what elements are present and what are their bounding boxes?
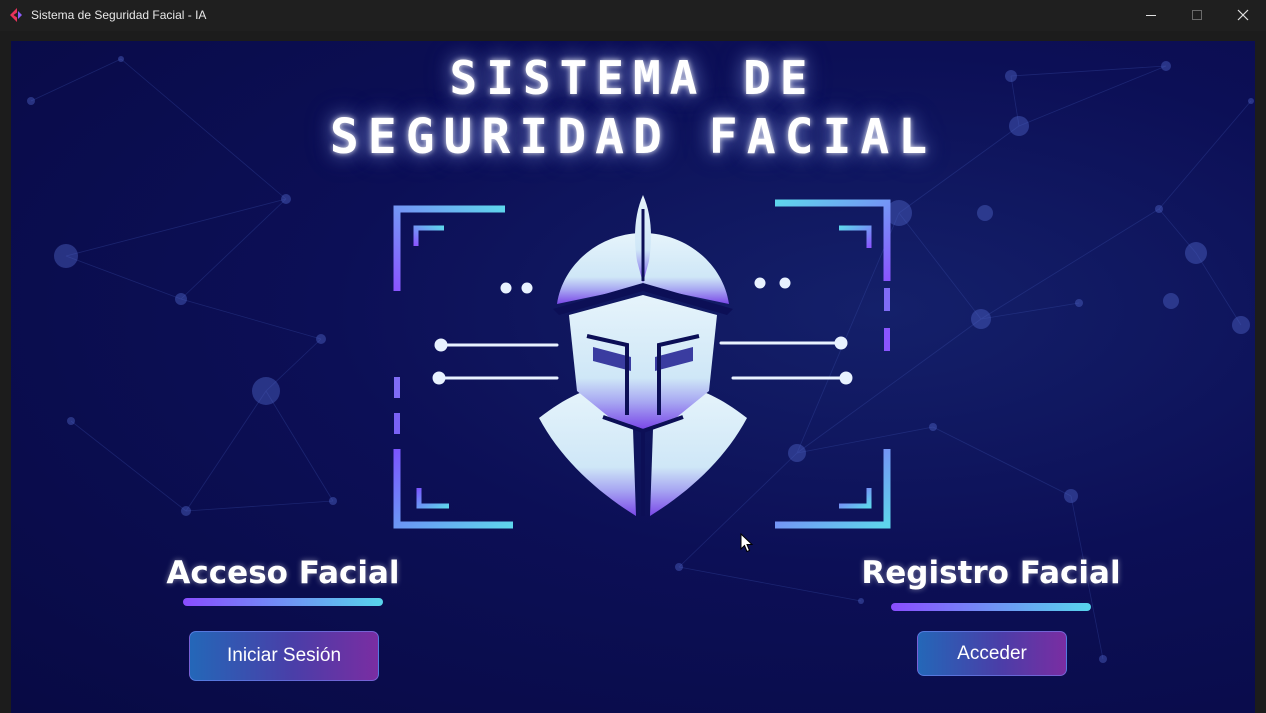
maximize-button[interactable] xyxy=(1174,0,1220,31)
minimize-button[interactable] xyxy=(1128,0,1174,31)
window-titlebar[interactable]: Sistema de Seguridad Facial - IA xyxy=(0,0,1266,31)
knight-helmet-face-scan-icon xyxy=(393,195,891,529)
maximize-icon xyxy=(1192,10,1202,20)
register-button[interactable]: Acceder xyxy=(917,631,1067,676)
register-title-underline xyxy=(891,603,1091,611)
close-button[interactable] xyxy=(1220,0,1266,31)
page-title-line-2: SEGURIDAD FACIAL xyxy=(329,109,937,165)
access-section-title: Acceso Facial xyxy=(166,555,400,591)
minimize-icon xyxy=(1146,15,1156,16)
app-logo-icon xyxy=(10,8,22,22)
access-title-underline xyxy=(183,598,383,606)
page-title-line-1: SISTEMA DE xyxy=(449,51,817,105)
app-canvas: SISTEMA DE SEGURIDAD FACIAL Acceso Facia… xyxy=(11,41,1255,713)
login-button[interactable]: Iniciar Sesión xyxy=(189,631,379,681)
register-section-title: Registro Facial xyxy=(861,555,1121,591)
mouse-cursor-icon xyxy=(740,533,754,553)
close-icon xyxy=(1237,9,1249,21)
window-title: Sistema de Seguridad Facial - IA xyxy=(31,8,207,22)
